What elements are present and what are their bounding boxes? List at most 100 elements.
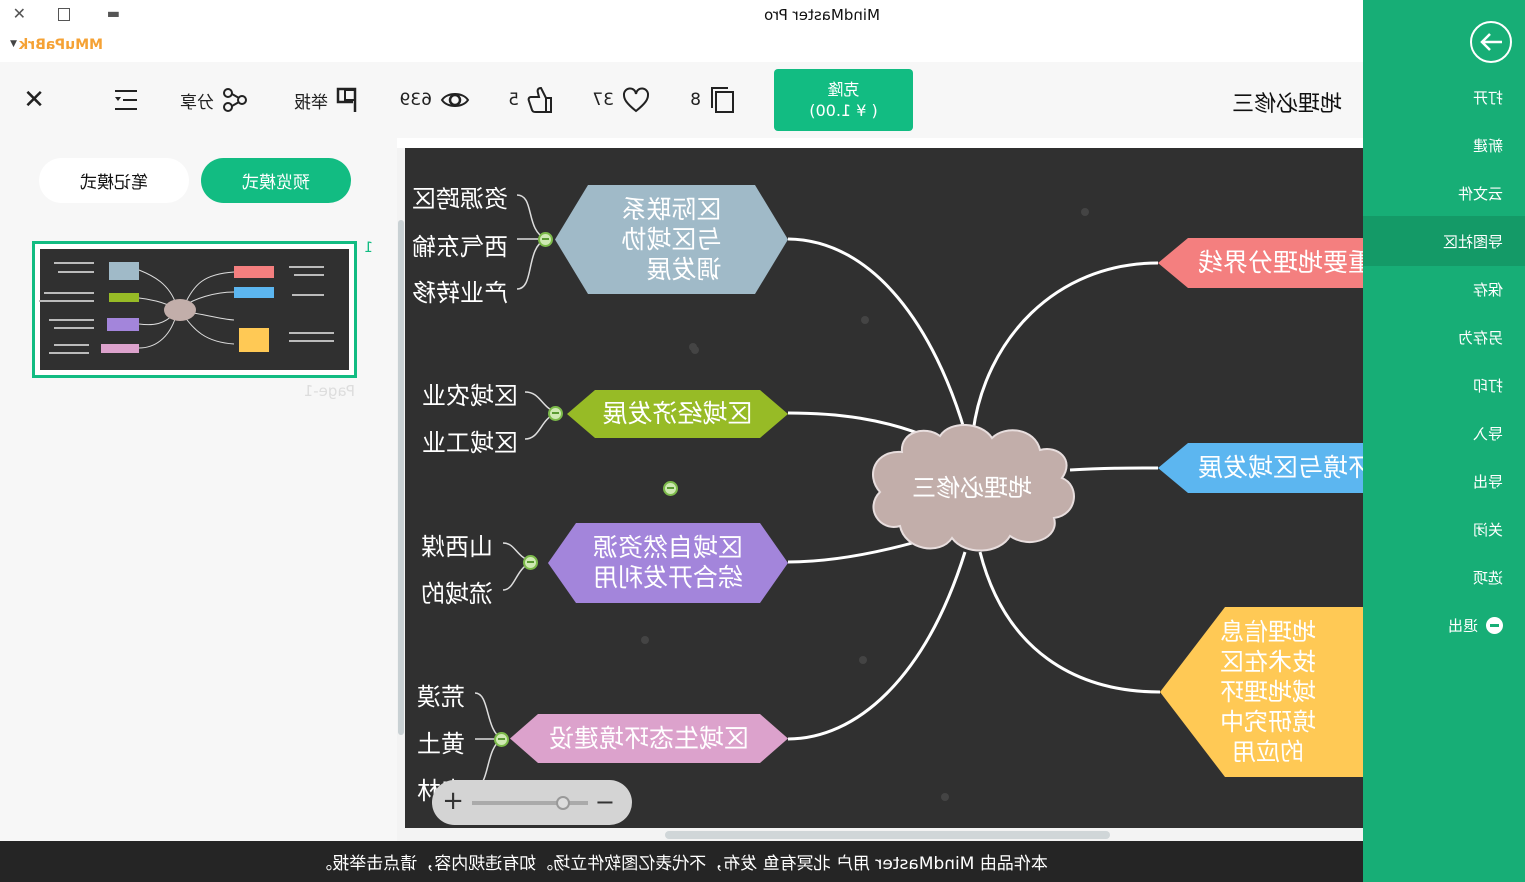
zoom-slider-handle[interactable] — [556, 796, 570, 810]
eye-icon — [440, 93, 470, 107]
topic-environment[interactable]: 环境与区域发展 — [1158, 443, 1363, 493]
subtopic[interactable]: 流域的 — [421, 574, 493, 609]
central-topic[interactable]: 地理必修三 — [864, 420, 1080, 556]
close-preview-button[interactable]: ✕ — [23, 62, 45, 138]
copies-button[interactable]: 8 — [690, 62, 735, 138]
report-button[interactable]: 举报 — [294, 62, 358, 138]
clone-price: ( ¥ 1.00) — [809, 101, 878, 120]
topic-line: 综合开发利用 — [593, 563, 744, 592]
subtopic[interactable]: 黄土 — [417, 724, 465, 759]
title-bar: MindMaster Pro ▬ ✕ — [0, 0, 1363, 30]
collapse-toggle[interactable] — [538, 232, 553, 247]
share-label: 分享 — [180, 92, 214, 113]
topic-label: 地理信息 技术在区 域地理环 境研究中 的应用 — [1220, 617, 1316, 767]
footer-notice: 本作品由 MindMaster 用户 北冥有鱼 发布，不代表亿图软件立场。如有违… — [0, 841, 1363, 882]
topic-interregional[interactable]: 区际联系 与区域协 调发展 — [555, 185, 788, 294]
toolbar: 地理必修三 克隆 ( ¥ 1.00) 8 37 5 639 举报 分享 ✕ — [0, 62, 1363, 138]
minus-circle-icon — [1486, 616, 1503, 634]
like-button[interactable]: 5 — [508, 62, 553, 138]
page-panel: 预览模式 笔记模式 1 Page-1 — [0, 138, 397, 841]
clone-button[interactable]: 克隆 ( ¥ 1.00) — [774, 69, 913, 131]
topic-ecology[interactable]: 区域生态环境建设 — [510, 714, 788, 763]
report-label: 举报 — [294, 92, 328, 113]
sidebar-item-options[interactable]: 选项 — [1363, 553, 1525, 601]
sidebar-item-label: 保存 — [1472, 280, 1503, 299]
sidebar-item-close[interactable]: 关闭 — [1363, 505, 1525, 553]
share-button[interactable]: 分享 — [180, 62, 248, 138]
dropdown-arrow-icon[interactable]: ▼ — [10, 39, 17, 49]
user-row: MMuPaBrk ▼ — [0, 30, 1363, 62]
sidebar-item-label: 关闭 — [1472, 520, 1503, 539]
scrollbar-thumb[interactable] — [398, 220, 404, 735]
zoom-in-button[interactable]: + — [442, 786, 464, 816]
sidebar-item-exit[interactable]: 退出 — [1363, 601, 1525, 649]
like-count: 5 — [508, 90, 519, 110]
zoom-slider-track[interactable] — [472, 801, 588, 805]
minimize-icon[interactable]: ▬ — [106, 6, 120, 22]
subtopic[interactable]: 产业转移 — [412, 273, 508, 308]
sidebar-item-label: 退出 — [1447, 616, 1478, 635]
branch-line — [787, 551, 967, 741]
copies-count: 8 — [690, 90, 701, 110]
back-arrow-icon[interactable] — [1469, 20, 1513, 64]
sidebar-item-community[interactable]: 导图社区 — [1363, 216, 1525, 266]
outline-menu-button[interactable] — [114, 62, 138, 138]
collapse-toggle[interactable] — [494, 732, 509, 747]
sidebar-item-save-as[interactable]: 另存为 — [1363, 313, 1525, 361]
topic-label: 环境与区域发展 — [1198, 453, 1363, 482]
favorite-button[interactable]: 37 — [592, 62, 650, 138]
sidebar-item-label: 打开 — [1472, 88, 1503, 107]
sidebar-item-label: 打印 — [1472, 376, 1503, 395]
sidebar-item-new[interactable]: 新建 — [1363, 121, 1525, 169]
collapse-toggle[interactable] — [663, 481, 678, 496]
subtopic[interactable]: 荒漠 — [417, 677, 465, 712]
subtopic[interactable]: 区域农业 — [422, 376, 518, 411]
sidebar-item-label: 导图社区 — [1442, 232, 1503, 251]
topic-line: 的应用 — [1232, 738, 1304, 766]
topic-label: 区域生态环境建设 — [549, 723, 750, 753]
sidebar-item-label: 选项 — [1472, 568, 1503, 587]
collapse-toggle[interactable] — [548, 406, 563, 421]
sidebar-item-label: 云文件 — [1457, 184, 1503, 203]
topic-line: 区域自然资源 — [593, 533, 744, 562]
favorite-count: 37 — [592, 90, 614, 110]
sidebar-item-print[interactable]: 打印 — [1363, 361, 1525, 409]
zoom-out-button[interactable]: − — [595, 788, 615, 816]
mindmap-canvas[interactable]: 地理必修三 重要地理分界线 环境与区域发展 地理信息 技术在区 域地理环 境研究… — [405, 148, 1363, 828]
topic-line: 区际联系 — [621, 194, 722, 224]
sidebar-item-cloud-files[interactable]: 云文件 — [1363, 169, 1525, 217]
topic-boundaries[interactable]: 重要地理分界线 — [1158, 238, 1363, 288]
topic-resources[interactable]: 区域自然资源 综合开发利用 — [548, 523, 788, 603]
preview-mode-button[interactable]: 预览模式 — [201, 158, 351, 203]
sidebar-item-label: 另存为 — [1457, 328, 1503, 347]
thumbnail-mindmap — [39, 249, 349, 370]
page-label: Page-1 — [303, 382, 355, 400]
page-thumbnail[interactable] — [32, 241, 357, 378]
sidebar-item-import[interactable]: 导入 — [1363, 409, 1525, 457]
zoom-control: − + — [432, 780, 632, 825]
horizontal-scrollbar[interactable] — [397, 828, 1363, 841]
document-title: 地理必修三 — [1231, 92, 1342, 117]
subtopic[interactable]: 资源跨区 — [412, 179, 508, 214]
close-icon[interactable]: ✕ — [13, 4, 26, 23]
sidebar-item-label: 新建 — [1472, 136, 1503, 155]
branch-line — [978, 551, 1161, 694]
subtopic[interactable]: 区域工业 — [422, 423, 518, 458]
collapse-toggle[interactable] — [523, 555, 538, 570]
file-sidebar: 打开 新建 云文件 导图社区 保存 另存为 打印 导入 导出 关闭 选项 退出 — [1363, 0, 1525, 882]
sidebar-item-export[interactable]: 导出 — [1363, 457, 1525, 505]
preview-mode-label: 预览模式 — [242, 173, 310, 193]
note-mode-button[interactable]: 笔记模式 — [39, 158, 189, 203]
vertical-scrollbar[interactable] — [397, 148, 405, 840]
topic-economy[interactable]: 区域经济发展 — [567, 390, 788, 438]
close-icon: ✕ — [23, 85, 45, 115]
sidebar-item-open[interactable]: 打开 — [1363, 73, 1525, 121]
subtopic[interactable]: 山西煤 — [421, 527, 493, 562]
topic-label: 区际联系 与区域协 调发展 — [622, 195, 722, 285]
sidebar-item-save[interactable]: 保存 — [1363, 265, 1525, 313]
note-mode-label: 笔记模式 — [80, 173, 148, 193]
scrollbar-thumb[interactable] — [665, 831, 1110, 839]
maximize-icon[interactable] — [58, 8, 70, 21]
username[interactable]: MMuPaBrk — [19, 37, 103, 53]
subtopic[interactable]: 西气东输 — [412, 227, 508, 262]
